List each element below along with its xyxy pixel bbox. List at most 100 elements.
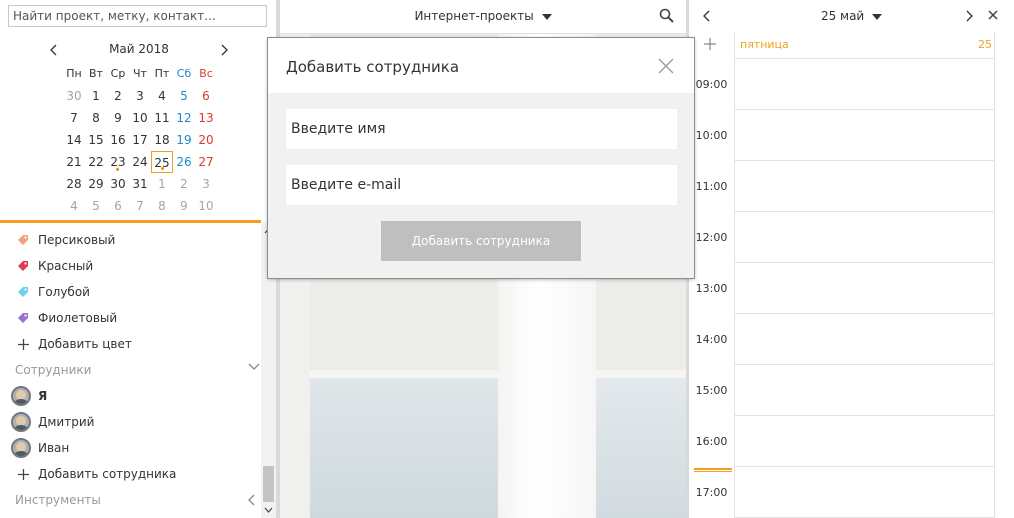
color-item[interactable]: Фиолетовый bbox=[15, 305, 260, 331]
next-day-icon[interactable] bbox=[965, 10, 973, 22]
add-employee-submit-button[interactable]: Добавить сотрудника bbox=[381, 221, 581, 261]
scroll-thumb[interactable] bbox=[263, 466, 274, 502]
calendar-day[interactable]: 4 bbox=[151, 85, 173, 107]
calendar-day[interactable]: 5 bbox=[173, 85, 195, 107]
weekday-header: Чт bbox=[133, 67, 147, 80]
calendar-day[interactable]: 27 bbox=[195, 151, 217, 173]
project-title: Интернет-проекты bbox=[414, 9, 534, 23]
calendar-day[interactable]: 15 bbox=[85, 129, 107, 151]
calendar-day[interactable]: 7 bbox=[129, 195, 151, 217]
hour-label: 09:00 bbox=[695, 78, 728, 91]
calendar-day[interactable]: 31 bbox=[129, 173, 151, 195]
hour-label: 17:00 bbox=[695, 486, 728, 499]
calendar-day[interactable]: 28 bbox=[63, 173, 85, 195]
calendar-day[interactable]: 17 bbox=[129, 129, 151, 151]
search-box bbox=[8, 5, 267, 27]
next-month-button[interactable] bbox=[214, 41, 234, 59]
close-icon[interactable] bbox=[988, 10, 998, 20]
calendar-day[interactable]: 30 bbox=[107, 173, 129, 195]
calendar-day[interactable]: 10 bbox=[195, 195, 217, 217]
chevron-down-icon bbox=[248, 363, 260, 370]
calendar-day[interactable]: 3 bbox=[129, 85, 151, 107]
day-view-right-border bbox=[994, 32, 995, 518]
calendar-day[interactable]: 6 bbox=[195, 85, 217, 107]
calendar-day[interactable]: 9 bbox=[107, 107, 129, 129]
calendar-day[interactable]: 8 bbox=[151, 195, 173, 217]
employee-item[interactable]: Иван bbox=[11, 435, 256, 461]
calendar-day[interactable]: 7 bbox=[63, 107, 85, 129]
plus-icon bbox=[15, 466, 31, 482]
scroll-down-icon[interactable] bbox=[261, 504, 276, 516]
plus-icon bbox=[15, 336, 31, 352]
calendar-day[interactable]: 12 bbox=[173, 107, 195, 129]
sidebar-divider bbox=[0, 220, 261, 223]
calendar-day[interactable]: 20 bbox=[195, 129, 217, 151]
hour-slot-divider bbox=[735, 160, 994, 161]
calendar-day[interactable]: 23 bbox=[107, 151, 129, 173]
calendar-day[interactable]: 8 bbox=[85, 107, 107, 129]
calendar-day[interactable]: 2 bbox=[173, 173, 195, 195]
search-icon[interactable] bbox=[659, 8, 674, 23]
add-employee-button[interactable]: Добавить сотрудника bbox=[15, 461, 260, 487]
hour-label: 12:00 bbox=[695, 231, 728, 244]
project-header: Интернет-проекты bbox=[280, 0, 686, 34]
add-employee-label: Добавить сотрудника bbox=[38, 467, 177, 481]
color-item[interactable]: Красный bbox=[15, 253, 260, 279]
close-icon[interactable] bbox=[658, 58, 674, 74]
calendar-day[interactable]: 14 bbox=[63, 129, 85, 151]
calendar-day[interactable]: 25 bbox=[151, 151, 173, 173]
hour-slot-divider bbox=[735, 466, 994, 467]
employees-section-header[interactable]: Сотрудники bbox=[15, 357, 260, 383]
avatar bbox=[11, 438, 31, 458]
add-color-button[interactable]: Добавить цвет bbox=[15, 331, 260, 357]
color-item-label: Голубой bbox=[38, 285, 90, 299]
calendar-day[interactable]: 10 bbox=[129, 107, 151, 129]
caret-down-icon bbox=[541, 13, 552, 20]
calendar-month-title[interactable]: Май 2018 bbox=[44, 42, 234, 56]
tools-section-header[interactable]: Инструменты bbox=[15, 487, 260, 513]
calendar-day[interactable]: 24 bbox=[129, 151, 151, 173]
calendar-day[interactable]: 9 bbox=[173, 195, 195, 217]
calendar-day[interactable]: 1 bbox=[85, 85, 107, 107]
hour-slot-divider bbox=[735, 313, 994, 314]
color-item[interactable]: Голубой bbox=[15, 279, 260, 305]
calendar-day[interactable]: 5 bbox=[85, 195, 107, 217]
project-selector[interactable]: Интернет-проекты bbox=[280, 9, 686, 23]
calendar-day[interactable]: 18 bbox=[151, 129, 173, 151]
dialog-title: Добавить сотрудника bbox=[286, 58, 460, 76]
current-time-indicator-underline bbox=[694, 471, 732, 472]
tools-section-label: Инструменты bbox=[15, 493, 101, 507]
calendar-day[interactable]: 16 bbox=[107, 129, 129, 151]
hour-slot-divider bbox=[735, 364, 994, 365]
calendar-day[interactable]: 13 bbox=[195, 107, 217, 129]
employee-item[interactable]: Дмитрий bbox=[11, 409, 256, 435]
dialog-body: Добавить сотрудника bbox=[268, 93, 694, 278]
hour-slot-divider bbox=[735, 109, 994, 110]
day-name: пятница bbox=[740, 38, 789, 51]
color-tag-icon bbox=[15, 284, 31, 300]
calendar-day[interactable]: 30 bbox=[63, 85, 85, 107]
day-view-panel: 25 май пятница 25 09:00 10:00 11:00 12:00 13… bbox=[689, 0, 1014, 518]
employee-email-input[interactable] bbox=[286, 165, 677, 205]
day-number: 25 bbox=[978, 38, 992, 51]
employee-item[interactable]: Я bbox=[11, 383, 256, 409]
calendar-day[interactable]: 26 bbox=[173, 151, 195, 173]
weekday-header: Вс bbox=[199, 67, 213, 80]
employee-name-input[interactable] bbox=[286, 109, 677, 149]
color-item[interactable]: Персиковый bbox=[15, 227, 260, 253]
calendar-day[interactable]: 19 bbox=[173, 129, 195, 151]
calendar-day[interactable]: 29 bbox=[85, 173, 107, 195]
calendar-day[interactable]: 2 bbox=[107, 85, 129, 107]
calendar-day[interactable]: 21 bbox=[63, 151, 85, 173]
add-event-icon[interactable] bbox=[704, 38, 716, 50]
calendar-day[interactable]: 22 bbox=[85, 151, 107, 173]
calendar-day[interactable]: 11 bbox=[151, 107, 173, 129]
add-employee-dialog: Добавить сотрудника Добавить сотрудника bbox=[268, 38, 694, 278]
search-input[interactable] bbox=[9, 6, 266, 26]
calendar-day[interactable]: 4 bbox=[63, 195, 85, 217]
calendar-day[interactable]: 1 bbox=[151, 173, 173, 195]
weekday-header: Ср bbox=[110, 67, 126, 80]
calendar-day[interactable]: 3 bbox=[195, 173, 217, 195]
calendar-day[interactable]: 6 bbox=[107, 195, 129, 217]
employee-name: Иван bbox=[38, 441, 70, 455]
